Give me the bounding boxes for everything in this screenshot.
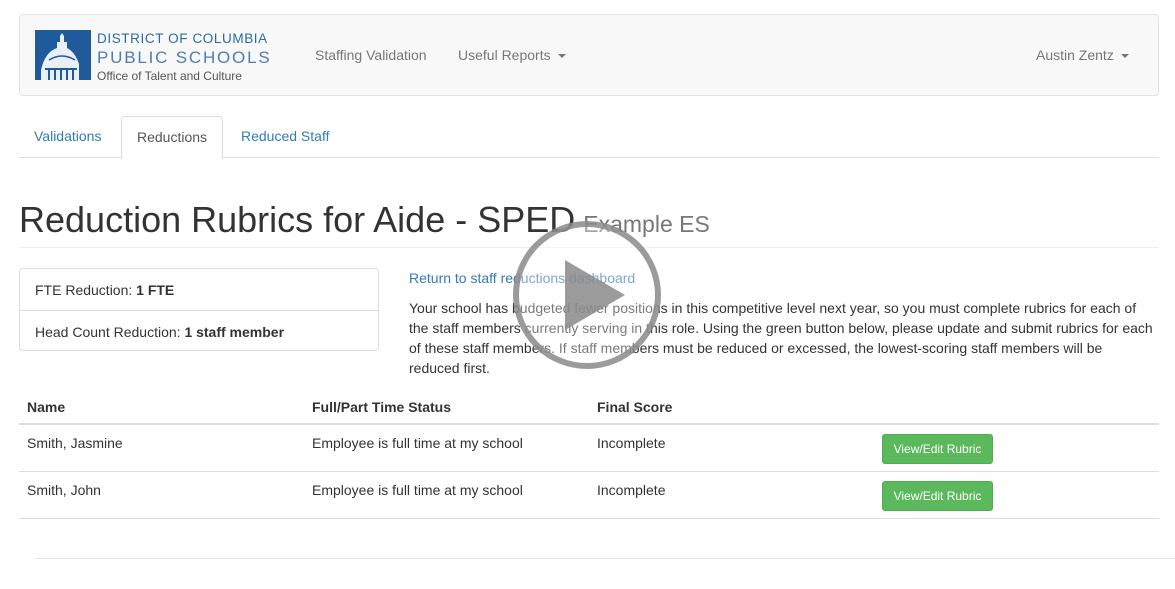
fte-reduction-value: 1 FTE xyxy=(136,282,175,298)
staff-final-score: Incomplete xyxy=(597,482,666,498)
tab-bar: Validations Reductions Reduced Staff xyxy=(19,116,1159,159)
staff-status: Employee is full time at my school xyxy=(312,435,523,451)
footer-divider xyxy=(35,558,1175,559)
staff-name: Smith, John xyxy=(27,482,101,498)
caret-down-icon xyxy=(1120,54,1129,59)
column-header-status: Full/Part Time Status xyxy=(312,399,451,415)
caret-down-icon xyxy=(557,54,566,59)
view-edit-rubric-button[interactable]: View/Edit Rubric xyxy=(882,434,993,464)
tab-reductions[interactable]: Reductions xyxy=(121,116,224,159)
tab-reduced-staff[interactable]: Reduced Staff xyxy=(226,116,344,158)
brand-line-3: Office of Talent and Culture xyxy=(97,69,242,83)
headcount-reduction-label: Head Count Reduction: xyxy=(35,324,181,340)
headcount-reduction-row: Head Count Reduction: 1 staff member xyxy=(20,310,378,351)
reduction-summary-panel: FTE Reduction: 1 FTE Head Count Reductio… xyxy=(19,268,379,351)
table-row: Smith, Jasmine Employee is full time at … xyxy=(19,425,1159,472)
staff-table: Name Full/Part Time Status Final Score S… xyxy=(19,387,1159,519)
column-header-name: Name xyxy=(27,399,66,415)
staff-name: Smith, Jasmine xyxy=(27,435,123,451)
brand-line-2: PUBLIC SCHOOLS xyxy=(97,48,272,67)
table-row: Smith, John Employee is full time at my … xyxy=(19,472,1159,519)
play-icon[interactable] xyxy=(512,220,662,370)
nav-staffing-validation[interactable]: Staffing Validation xyxy=(315,47,427,63)
staff-status: Employee is full time at my school xyxy=(312,482,523,498)
brand[interactable]: DISTRICT OF COLUMBIA PUBLIC SCHOOLS Offi… xyxy=(35,30,272,83)
tab-validations[interactable]: Validations xyxy=(19,116,116,158)
nav-useful-reports-dropdown[interactable]: Useful Reports xyxy=(458,47,566,63)
navbar: DISTRICT OF COLUMBIA PUBLIC SCHOOLS Offi… xyxy=(19,14,1159,96)
page-title-text: Reduction Rubrics for Aide - SPED xyxy=(19,199,576,240)
user-name: Austin Zentz xyxy=(1036,47,1114,63)
fte-reduction-row: FTE Reduction: 1 FTE xyxy=(20,269,378,310)
brand-line-1: DISTRICT OF COLUMBIA xyxy=(97,31,268,46)
view-edit-rubric-button[interactable]: View/Edit Rubric xyxy=(882,481,993,511)
fte-reduction-label: FTE Reduction: xyxy=(35,282,133,298)
nav-useful-reports-label: Useful Reports xyxy=(458,47,551,63)
capitol-dome-icon xyxy=(35,30,91,80)
user-menu-dropdown[interactable]: Austin Zentz xyxy=(1036,47,1129,63)
staff-final-score: Incomplete xyxy=(597,435,666,451)
column-header-final-score: Final Score xyxy=(597,399,673,415)
table-header-row: Name Full/Part Time Status Final Score xyxy=(19,387,1159,425)
headcount-reduction-value: 1 staff member xyxy=(184,324,285,340)
